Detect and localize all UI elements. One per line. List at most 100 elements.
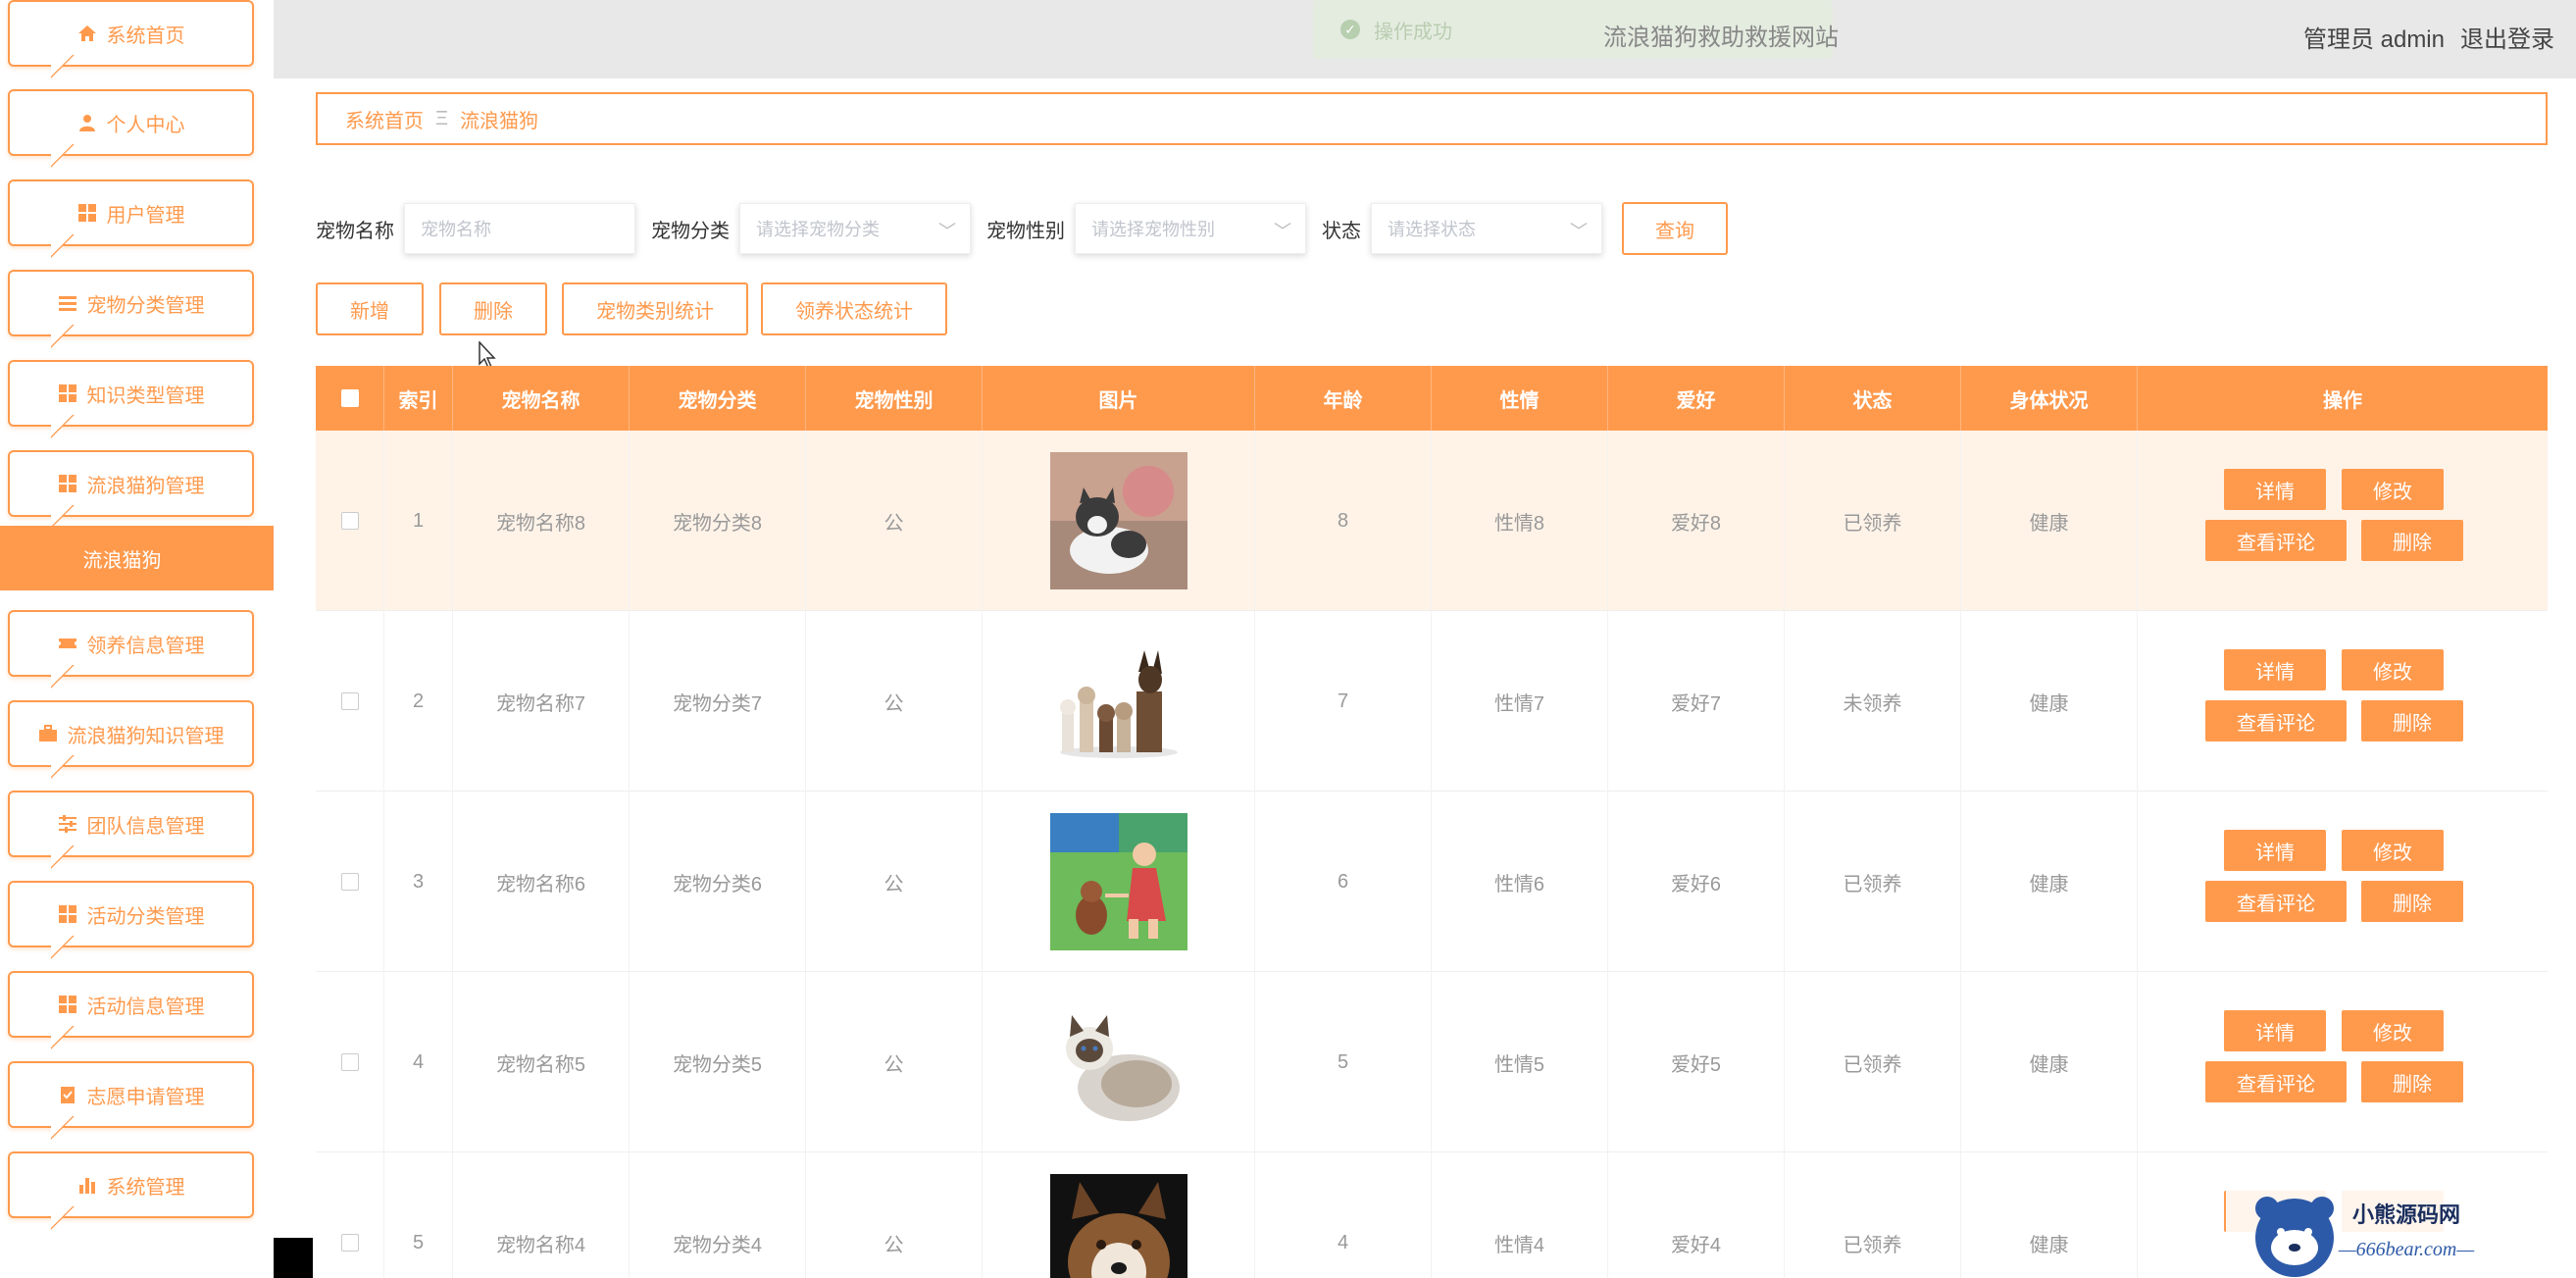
sidebar-item-stray-pets[interactable]: 流浪猫狗管理	[8, 450, 254, 517]
watermark-name: 小熊源码网	[2352, 1202, 2460, 1227]
sidebar-item-adoption[interactable]: 领养信息管理	[8, 610, 254, 677]
sidebar-item-home[interactable]: 系统首页	[8, 0, 254, 67]
chevron-down-icon: ﹀	[1274, 222, 1291, 241]
col-hobby: 爱好	[1608, 366, 1785, 431]
cell-category: 宠物分类6	[630, 792, 806, 972]
taskbar-fragment	[274, 1238, 313, 1278]
view-comments-button[interactable]: 查看评论	[2205, 1061, 2347, 1102]
detail-button[interactable]: 详情	[2224, 1010, 2326, 1051]
status-select[interactable]: 请选择状态 ﹀	[1371, 203, 1602, 254]
logout-link[interactable]: 退出登录	[2460, 26, 2554, 53]
edit-button[interactable]: 修改	[2342, 830, 2444, 871]
row-delete-button[interactable]: 删除	[2361, 700, 2463, 741]
row-delete-button[interactable]: 删除	[2361, 881, 2463, 922]
adopt-stats-button[interactable]: 领养状态统计	[761, 282, 947, 335]
delete-button[interactable]: 删除	[439, 282, 547, 335]
edit-button[interactable]: 修改	[2342, 469, 2444, 510]
watermark-url: —666bear.com—	[2338, 1239, 2475, 1260]
sidebar-item-label: 用户管理	[106, 204, 185, 227]
cell-age: 6	[1255, 792, 1432, 972]
toast-text: 操作成功	[1374, 21, 1452, 43]
query-button[interactable]: 查询	[1622, 202, 1728, 255]
cell-gender: 公	[806, 972, 983, 1152]
col-category: 宠物分类	[630, 366, 806, 431]
pet-gender-label: 宠物性别	[986, 220, 1065, 242]
view-comments-button[interactable]: 查看评论	[2205, 881, 2347, 922]
sidebar-item-activity-info[interactable]: 活动信息管理	[8, 971, 254, 1038]
sidebar-item-pet-category[interactable]: 宠物分类管理	[8, 270, 254, 336]
cell-hobby: 爱好5	[1608, 972, 1785, 1152]
row-checkbox[interactable]	[340, 1053, 359, 1071]
cell-health: 健康	[1961, 792, 2138, 972]
sliders-icon	[58, 814, 77, 834]
row-checkbox[interactable]	[340, 1234, 359, 1252]
site-title: 流浪猫狗救助救援网站	[1603, 25, 1839, 51]
category-stats-button[interactable]: 宠物类别统计	[562, 282, 748, 335]
cell-name: 宠物名称5	[453, 972, 630, 1152]
col-age: 年龄	[1255, 366, 1432, 431]
col-temper: 性情	[1432, 366, 1608, 431]
user-area: 管理员 admin 退出登录	[2288, 20, 2554, 54]
pet-name-input[interactable]: 宠物名称	[404, 203, 635, 254]
cell-hobby: 爱好8	[1608, 431, 1785, 611]
cell-temper: 性情4	[1432, 1152, 1608, 1278]
cell-age: 8	[1255, 431, 1432, 611]
cell-category: 宠物分类5	[630, 972, 806, 1152]
col-status: 状态	[1785, 366, 1961, 431]
cell-index: 3	[384, 792, 453, 972]
sidebar-item-label: 系统首页	[106, 25, 185, 47]
row-checkbox[interactable]	[340, 873, 359, 891]
pet-gender-placeholder: 请选择宠物性别	[1091, 220, 1215, 239]
cell-index: 4	[384, 972, 453, 1152]
row-delete-button[interactable]: 删除	[2361, 1061, 2463, 1102]
grid-icon	[58, 995, 77, 1014]
edit-button[interactable]: 修改	[2342, 1010, 2444, 1051]
cell-index: 2	[384, 611, 453, 792]
sidebar-item-team[interactable]: 团队信息管理	[8, 791, 254, 857]
pet-gender-select[interactable]: 请选择宠物性别 ﹀	[1075, 203, 1306, 254]
cell-temper: 性情6	[1432, 792, 1608, 972]
row-select-cell	[316, 792, 384, 972]
sidebar-subitem-stray-pets[interactable]: 流浪猫狗	[0, 526, 274, 590]
cell-name: 宠物名称6	[453, 792, 630, 972]
row-checkbox[interactable]	[340, 512, 359, 530]
ticket-icon	[58, 634, 77, 653]
sidebar-item-volunteer[interactable]: 志愿申请管理	[8, 1061, 254, 1128]
select-all-checkbox[interactable]	[340, 389, 359, 407]
edit-button[interactable]: 修改	[2342, 649, 2444, 690]
sidebar-item-knowledge-type[interactable]: 知识类型管理	[8, 360, 254, 427]
breadcrumb-home[interactable]: 系统首页	[345, 105, 424, 133]
sidebar-item-profile[interactable]: 个人中心	[8, 89, 254, 156]
table-row: 5 宠物名称4 宠物分类4 公 4 性情4 爱好4 已领养 健康 详情 修改	[316, 1152, 2548, 1278]
detail-button[interactable]: 详情	[2224, 649, 2326, 690]
sidebar-item-system[interactable]: 系统管理	[8, 1151, 254, 1218]
detail-button[interactable]: 详情	[2224, 830, 2326, 871]
briefcase-icon	[38, 724, 58, 743]
detail-button[interactable]: 详情	[2224, 469, 2326, 510]
cell-status: 已领养	[1785, 972, 1961, 1152]
sidebar-item-users[interactable]: 用户管理	[8, 179, 254, 246]
sidebar-item-activity-category[interactable]: 活动分类管理	[8, 881, 254, 947]
view-comments-button[interactable]: 查看评论	[2205, 700, 2347, 741]
sidebar-item-label: 个人中心	[106, 114, 185, 136]
view-comments-button[interactable]: 查看评论	[2205, 520, 2347, 561]
table-header: 索引 宠物名称 宠物分类 宠物性别 图片 年龄 性情 爱好 状态 身体状况 操作	[316, 366, 2548, 431]
row-select-cell	[316, 611, 384, 792]
cell-name: 宠物名称8	[453, 431, 630, 611]
col-image: 图片	[983, 366, 1255, 431]
row-checkbox[interactable]	[340, 692, 359, 710]
pet-photo-girl-dog	[1049, 813, 1187, 950]
cell-name: 宠物名称4	[453, 1152, 630, 1278]
cell-hobby: 爱好4	[1608, 1152, 1785, 1278]
cell-actions: 详情 修改 查看评论 删除	[2138, 611, 2548, 792]
check-icon: ✓	[1340, 20, 1360, 39]
sidebar-item-pet-knowledge[interactable]: 流浪猫狗知识管理	[8, 700, 254, 767]
breadcrumb-current: 流浪猫狗	[460, 110, 538, 132]
cell-image	[983, 611, 1255, 792]
pet-category-select[interactable]: 请选择宠物分类 ﹀	[739, 203, 971, 254]
row-delete-button[interactable]: 删除	[2361, 520, 2463, 561]
cell-category: 宠物分类8	[630, 431, 806, 611]
add-button[interactable]: 新增	[316, 282, 424, 335]
sidebar-item-label: 团队信息管理	[86, 815, 205, 838]
admin-label: 管理员 admin	[2302, 26, 2445, 53]
